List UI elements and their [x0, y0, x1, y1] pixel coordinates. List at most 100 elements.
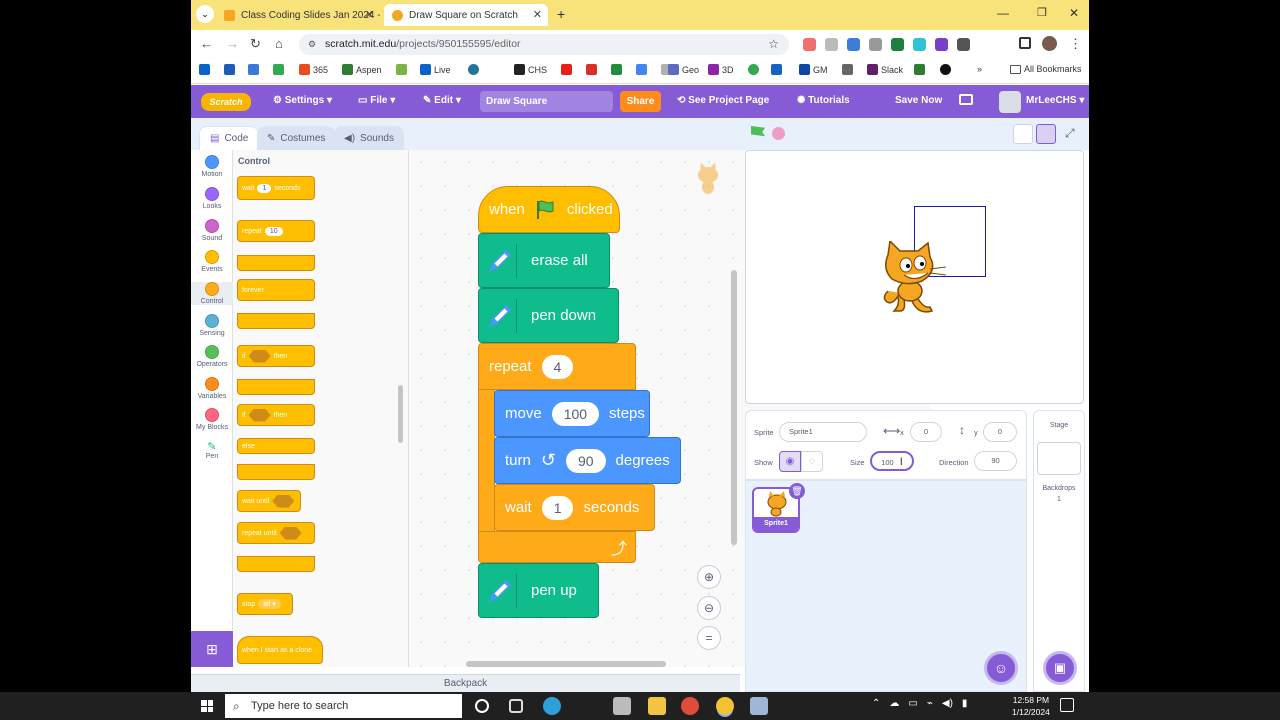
chrome-icon[interactable]: [681, 697, 699, 715]
show-hidden-toggle[interactable]: ◌: [801, 451, 823, 472]
choose-backdrop-button[interactable]: ▣: [1043, 651, 1077, 685]
choose-sprite-button[interactable]: ☺: [984, 651, 1018, 685]
fullscreen-icon[interactable]: ⤢: [1065, 126, 1075, 141]
bookmark-outlook[interactable]: [199, 64, 210, 75]
close-tab-icon[interactable]: ✕: [533, 8, 542, 21]
extension-icon[interactable]: [803, 38, 816, 51]
direction-field[interactable]: 90: [974, 451, 1017, 471]
move-steps-input[interactable]: 100: [551, 401, 600, 426]
browser-menu-icon[interactable]: ⋮: [1069, 36, 1082, 52]
green-flag-icon[interactable]: [751, 126, 765, 137]
display-icon[interactable]: ▭: [908, 698, 917, 709]
bookmark-icon-item[interactable]: [396, 64, 407, 75]
palette-stop-block[interactable]: stop all ▾: [237, 593, 293, 615]
pen-down-block[interactable]: pen down: [478, 288, 619, 343]
close-window-icon[interactable]: ✕: [1069, 6, 1079, 20]
condition-slot[interactable]: [248, 408, 271, 422]
stop-dropdown[interactable]: all ▾: [258, 599, 281, 609]
address-bar[interactable]: ⚙ scratch.mit.edu/projects/950155595/edi…: [299, 34, 789, 55]
turn-degrees-block[interactable]: turn ↺ 90 degrees: [494, 437, 681, 484]
tab-search-dropdown[interactable]: ⌄: [196, 5, 214, 23]
large-stage-icon[interactable]: [1036, 124, 1056, 144]
category-sound[interactable]: Sound: [191, 219, 233, 242]
widgets-icon[interactable]: [509, 699, 523, 713]
category-sensing[interactable]: Sensing: [191, 314, 233, 337]
bookmark-chs[interactable]: CHS: [514, 64, 547, 75]
see-project-page-button[interactable]: ⟲ See Project Page: [677, 95, 769, 106]
category-variables[interactable]: Variables: [191, 377, 233, 400]
zoom-reset-button[interactable]: =: [697, 626, 721, 650]
bookmark-icon-item[interactable]: [940, 64, 951, 75]
tab-code[interactable]: ▤ Code: [199, 126, 259, 150]
erase-all-block[interactable]: erase all: [478, 233, 610, 288]
when-flag-clicked-block[interactable]: when clicked: [478, 186, 620, 233]
extension-icon[interactable]: [891, 38, 904, 51]
add-extension-button[interactable]: ⊞: [191, 631, 233, 667]
small-stage-icon[interactable]: [1013, 124, 1033, 144]
move-steps-block[interactable]: move 100 steps: [494, 390, 650, 437]
clock[interactable]: 12:58 PM 1/12/2024: [1012, 694, 1050, 718]
category-events[interactable]: Events: [191, 250, 233, 273]
pen-up-block[interactable]: pen up: [478, 563, 599, 618]
all-bookmarks[interactable]: All Bookmarks: [1010, 64, 1082, 74]
extension-icon[interactable]: [913, 38, 926, 51]
bookmark-star-icon[interactable]: ☆: [768, 34, 779, 55]
cloud-icon[interactable]: ☁: [889, 698, 899, 709]
palette-scrollbar[interactable]: [398, 385, 403, 443]
forward-icon[interactable]: →: [226, 36, 239, 51]
account-menu[interactable]: MrLeeCHS ▾: [1026, 95, 1084, 106]
condition-slot[interactable]: [279, 526, 302, 540]
condition-slot[interactable]: [272, 494, 295, 508]
category-pen[interactable]: ✎ Pen: [191, 440, 233, 460]
tab-sounds[interactable]: ◀) Sounds: [334, 126, 404, 150]
zoom-in-button[interactable]: ⊕: [697, 565, 721, 589]
bookmark-icon-item[interactable]: [914, 64, 925, 75]
bookmark-icon-item[interactable]: [224, 64, 235, 75]
extension-icon[interactable]: [825, 38, 838, 51]
bookmark-icon-item[interactable]: [586, 64, 597, 75]
block-input[interactable]: 10: [264, 226, 283, 236]
extension-icon[interactable]: [935, 38, 948, 51]
bookmark-aspen[interactable]: Aspen: [342, 64, 382, 75]
category-my-blocks[interactable]: My Blocks: [191, 408, 233, 431]
turn-degrees-input[interactable]: 90: [565, 448, 606, 473]
palette-clone-hat-block[interactable]: when I start as a clone: [237, 636, 323, 664]
bookmark-icon-item[interactable]: [468, 64, 479, 75]
more-bookmarks-icon[interactable]: »: [977, 64, 982, 74]
block-input[interactable]: 1: [257, 183, 272, 193]
condition-slot[interactable]: [248, 349, 271, 363]
y-position-field[interactable]: 0: [983, 422, 1017, 442]
backpack[interactable]: Backpack: [191, 674, 740, 692]
sprite-name-field[interactable]: Sprite1: [779, 422, 867, 442]
palette-if-then-block[interactable]: if then: [237, 345, 315, 367]
zoom-out-button[interactable]: ⊖: [697, 596, 721, 620]
save-now-button[interactable]: Save Now: [895, 95, 942, 106]
category-control[interactable]: Control: [191, 282, 233, 305]
bookmark-live[interactable]: Live: [420, 64, 451, 75]
palette-wait-block[interactable]: wait 1 seconds: [237, 176, 315, 200]
new-tab-icon[interactable]: +: [557, 6, 565, 22]
restore-icon[interactable]: ❐: [1037, 6, 1047, 19]
browser-tab-scratch[interactable]: Draw Square on Scratch ✕: [384, 4, 548, 26]
extension-icon[interactable]: [847, 38, 860, 51]
bookmark-geo[interactable]: Geo: [668, 64, 699, 75]
network-icon[interactable]: ⌁: [927, 698, 933, 709]
project-title-input[interactable]: Draw Square: [480, 91, 613, 112]
category-motion[interactable]: Motion: [191, 155, 233, 178]
stage-canvas[interactable]: [745, 150, 1084, 404]
home-icon[interactable]: ⌂: [275, 36, 283, 51]
x-position-field[interactable]: 0: [910, 422, 942, 442]
chrome-active-icon[interactable]: [716, 697, 734, 715]
palette-forever-block[interactable]: forever: [237, 279, 315, 301]
notifications-icon[interactable]: [1060, 698, 1074, 712]
show-visible-toggle[interactable]: ◉: [779, 451, 801, 472]
workspace-horizontal-scrollbar[interactable]: [466, 661, 666, 667]
bookmark-slack[interactable]: Slack: [867, 64, 903, 75]
scratch-logo[interactable]: Scratch: [201, 93, 251, 111]
my-stuff-folder-icon[interactable]: [959, 94, 973, 105]
bookmark-icon-item[interactable]: [771, 64, 782, 75]
category-operators[interactable]: Operators: [191, 345, 233, 368]
palette-wait-until-block[interactable]: wait until: [237, 490, 301, 512]
bookmark-365[interactable]: 365: [299, 64, 328, 75]
bookmark-icon-item[interactable]: [611, 64, 622, 75]
